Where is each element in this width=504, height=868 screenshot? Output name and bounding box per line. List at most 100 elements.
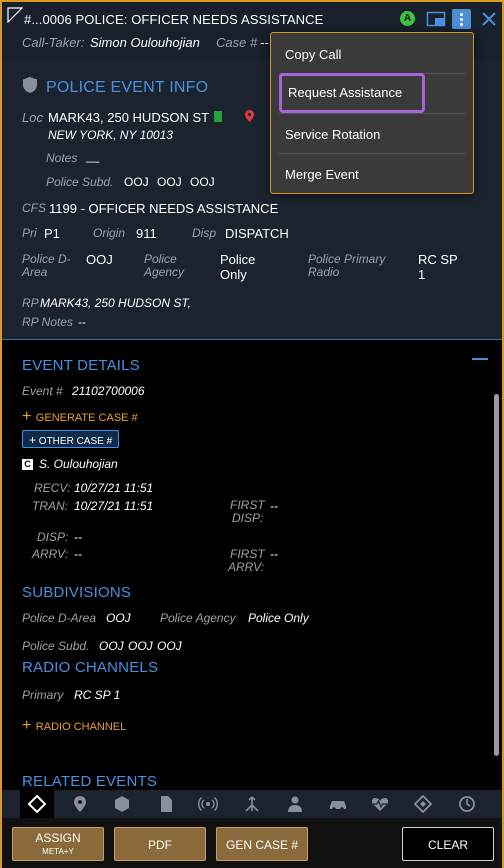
notes-value: __ bbox=[86, 149, 100, 163]
window-title: #...0006 POLICE: OFFICER NEEDS ASSISTANC… bbox=[24, 12, 324, 27]
tran-value: 10/27/21 11:51 bbox=[74, 499, 154, 513]
popout-window-icon[interactable] bbox=[426, 9, 446, 29]
more-options-icon[interactable] bbox=[452, 9, 471, 29]
merge-icon[interactable] bbox=[242, 794, 262, 814]
police-darea-value: OOJ bbox=[86, 252, 113, 267]
assign-button[interactable]: ASSIGN META+Y bbox=[12, 827, 104, 861]
arrv-label: ARRV: bbox=[32, 547, 69, 561]
add-radio-channel-button[interactable]: + RADIO CHANNEL bbox=[22, 717, 126, 735]
subd-police-subd-value-3: OOJ bbox=[157, 639, 182, 653]
first-disp-value: -- bbox=[270, 499, 278, 513]
diamond-icon[interactable] bbox=[413, 794, 433, 814]
recv-label: RECV: bbox=[34, 481, 71, 495]
loc-line2: NEW YORK, NY 10013 bbox=[48, 128, 173, 142]
police-darea-label-1: Police D- bbox=[22, 252, 71, 266]
event-number-value: 21102700006 bbox=[72, 384, 145, 398]
radio-primary-value: RC SP 1 bbox=[74, 688, 121, 702]
subd-darea-label: Police D-Area bbox=[22, 611, 97, 625]
generate-case-button[interactable]: + GENERATE CASE # bbox=[22, 408, 138, 426]
map-pin-icon[interactable] bbox=[245, 110, 254, 122]
verified-location-icon bbox=[214, 111, 222, 122]
subd-agency-value: Police Only bbox=[248, 611, 309, 625]
other-case-button[interactable]: + OTHER CASE # bbox=[22, 430, 120, 448]
police-radio-label-2: Radio bbox=[308, 265, 340, 279]
shield-icon bbox=[23, 77, 37, 93]
history-icon[interactable] bbox=[457, 794, 477, 814]
menu-item-merge-event[interactable]: Merge Event bbox=[271, 155, 473, 195]
subdivisions-title: SUBDIVISIONS bbox=[22, 584, 132, 601]
subd-police-subd-label: Police Subd. bbox=[22, 639, 90, 653]
rp-value: MARK43, 250 HUDSON ST, bbox=[40, 296, 191, 310]
police-darea-label-2: Area bbox=[22, 265, 48, 279]
police-subd-value-1: OOJ bbox=[124, 175, 149, 189]
pdf-label: PDF bbox=[148, 838, 172, 852]
subd-agency-label: Police Agency bbox=[160, 611, 236, 625]
medical-icon[interactable] bbox=[370, 794, 390, 814]
rp-notes-label: RP Notes bbox=[22, 315, 73, 329]
assign-shortcut: META+Y bbox=[42, 847, 74, 856]
event-window: #...0006 POLICE: OFFICER NEEDS ASSISTANC… bbox=[0, 0, 504, 868]
event-details-title: EVENT DETAILS bbox=[22, 357, 140, 374]
document-icon[interactable] bbox=[156, 794, 176, 814]
action-bar: ASSIGN META+Y PDF GEN CASE # CLEAR bbox=[2, 818, 502, 868]
event-number-label: Event # bbox=[22, 384, 63, 398]
radio-waves-icon[interactable] bbox=[198, 794, 218, 814]
other-case-label: OTHER CASE # bbox=[38, 436, 113, 447]
clear-label: CLEAR bbox=[427, 838, 468, 852]
police-subd-value-3: OOJ bbox=[190, 175, 215, 189]
collapse-section-icon[interactable] bbox=[472, 358, 488, 360]
menu-item-request-assistance[interactable]: Request Assistance bbox=[279, 73, 425, 113]
pri-label: Pri bbox=[22, 226, 37, 240]
loc-line1[interactable]: MARK43, 250 HUDSON ST bbox=[48, 110, 209, 125]
origin-label: Origin bbox=[93, 226, 126, 240]
event-details-panel: EVENT DETAILS Event # 21102700006 + GENE… bbox=[2, 342, 502, 792]
vehicle-icon[interactable] bbox=[328, 794, 348, 814]
first-arrv-label-1: FIRST bbox=[230, 547, 265, 561]
details-scrollbar[interactable] bbox=[494, 394, 499, 756]
police-subd-value-2: OOJ bbox=[157, 175, 182, 189]
subd-darea-value: OOJ bbox=[106, 611, 131, 625]
related-events-title: RELATED EVENTS bbox=[22, 773, 158, 790]
police-radio-value-2: 1 bbox=[418, 267, 426, 282]
police-radio-label-1: Police Primary bbox=[308, 252, 386, 266]
first-disp-label-1: FIRST bbox=[230, 498, 265, 512]
menu-divider bbox=[279, 113, 465, 114]
first-disp-label-2: DISP: bbox=[232, 511, 264, 525]
location-icon[interactable] bbox=[70, 794, 90, 814]
menu-item-copy-call[interactable]: Copy Call bbox=[271, 35, 473, 75]
gen-case-button[interactable]: GEN CASE # bbox=[216, 827, 308, 861]
clear-button[interactable]: CLEAR bbox=[402, 827, 494, 861]
pdf-button[interactable]: PDF bbox=[114, 827, 206, 861]
menu-divider bbox=[279, 153, 465, 154]
hexagon-icon[interactable] bbox=[112, 794, 132, 814]
cfs-label: CFS bbox=[22, 201, 46, 215]
subd-police-subd-value-2: OOJ bbox=[128, 639, 153, 653]
arrv-value: -- bbox=[74, 547, 82, 561]
disp-label: Disp bbox=[192, 226, 217, 240]
notes-label: Notes bbox=[46, 151, 78, 165]
section-icon-toolbar bbox=[2, 790, 502, 818]
pencil-corner-icon[interactable] bbox=[7, 7, 23, 23]
recv-value: 10/27/21 11:51 bbox=[74, 481, 154, 495]
gen-case-label: GEN CASE # bbox=[225, 838, 299, 852]
availability-badge: A bbox=[400, 11, 415, 26]
case-value: -- bbox=[260, 35, 269, 50]
police-event-info-title: POLICE EVENT INFO bbox=[46, 79, 209, 96]
case-label: Case # bbox=[216, 35, 258, 50]
more-options-menu: Copy Call Request Assistance Service Rot… bbox=[270, 32, 474, 194]
details-icon[interactable] bbox=[20, 790, 54, 818]
police-radio-value-1: RC SP bbox=[418, 252, 458, 267]
pri-value: P1 bbox=[44, 226, 60, 241]
radio-primary-label: Primary bbox=[22, 688, 64, 702]
police-agency-label-2: Agency bbox=[144, 265, 185, 279]
call-taker-value: Simon Oulouhojian bbox=[90, 35, 200, 50]
loc-label: Loc bbox=[22, 110, 43, 125]
radio-channels-title: RADIO CHANNELS bbox=[22, 659, 159, 676]
plus-icon: + bbox=[22, 408, 32, 425]
first-arrv-label-2: ARRV: bbox=[228, 560, 265, 574]
close-icon[interactable] bbox=[479, 9, 499, 29]
disp-time-label: DISP: bbox=[37, 530, 69, 544]
person-icon[interactable] bbox=[285, 794, 305, 814]
menu-item-service-rotation[interactable]: Service Rotation bbox=[271, 115, 473, 155]
subd-police-subd-value-1: OOJ bbox=[99, 639, 124, 653]
